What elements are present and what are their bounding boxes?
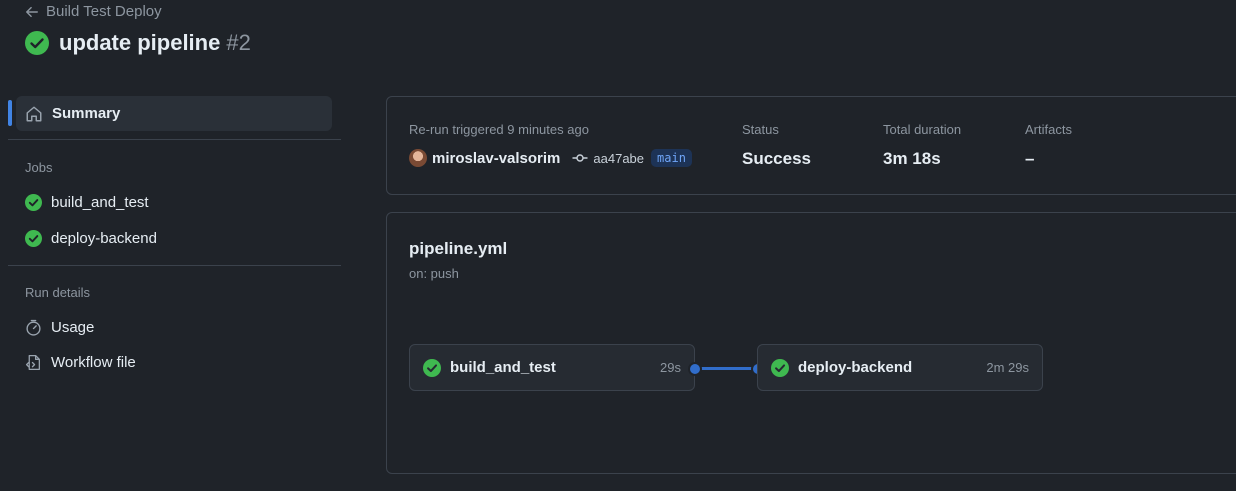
home-icon <box>26 106 42 121</box>
run-summary-card: Re-run triggered 9 minutes ago miroslav-… <box>386 96 1236 195</box>
sidebar-item-build-and-test[interactable]: build_and_test <box>25 194 149 211</box>
sidebar-item-label: Summary <box>52 105 121 122</box>
sidebar-item-summary[interactable]: Summary <box>8 96 332 131</box>
success-check-icon <box>423 358 441 377</box>
branch-badge[interactable]: main <box>651 149 692 167</box>
back-link-label[interactable]: Build Test Deploy <box>46 3 162 20</box>
job-node-duration: 2m 29s <box>986 360 1029 375</box>
status-label: Status <box>742 122 779 137</box>
duration-value: 3m 18s <box>883 149 941 168</box>
success-check-icon <box>771 358 789 377</box>
trigger-text: Re-run triggered 9 minutes ago <box>409 122 589 137</box>
divider <box>8 139 341 140</box>
sidebar-item-workflow-file[interactable]: Workflow file <box>25 354 136 371</box>
job-node-build-and-test[interactable]: build_and_test 29s <box>409 344 695 391</box>
sidebar-item-deploy-backend[interactable]: deploy-backend <box>25 230 157 247</box>
sidebar-item-label: Usage <box>51 319 95 336</box>
artifacts-value: – <box>1025 149 1035 168</box>
stopwatch-icon <box>26 319 41 336</box>
trigger-meta: miroslav-valsorim aa47abe main <box>409 149 692 167</box>
back-link[interactable]: Build Test Deploy <box>25 3 162 20</box>
job-node-deploy-backend[interactable]: deploy-backend 2m 29s <box>757 344 1043 391</box>
jobs-heading: Jobs <box>25 160 53 175</box>
arrow-left-icon <box>26 6 38 17</box>
commit-icon <box>572 154 588 162</box>
sidebar-item-usage[interactable]: Usage <box>25 319 94 336</box>
connector-dot <box>688 362 702 376</box>
active-indicator <box>8 100 12 126</box>
workflow-graph-card: pipeline.yml on: push build_and_test 29s… <box>386 212 1236 474</box>
sidebar-item-label: Workflow file <box>51 354 136 371</box>
run-number: #2 <box>226 30 251 55</box>
duration-label: Total duration <box>883 122 962 137</box>
actor-link[interactable]: miroslav-valsorim <box>432 150 560 167</box>
page-title: update pipeline #2 <box>25 30 251 56</box>
sidebar-item-label: deploy-backend <box>51 230 157 247</box>
run-details-heading: Run details <box>25 285 91 300</box>
workflow-file-name: pipeline.yml <box>409 239 508 258</box>
job-node-duration: 29s <box>660 360 681 375</box>
avatar <box>409 149 427 167</box>
job-connector <box>697 367 759 370</box>
success-check-icon <box>25 194 42 211</box>
workflow-trigger: on: push <box>409 266 459 281</box>
divider <box>8 265 341 266</box>
job-node-name: deploy-backend <box>798 359 913 376</box>
sidebar-item-label: build_and_test <box>51 194 149 211</box>
run-title: update pipeline <box>59 30 221 55</box>
success-check-icon <box>25 230 42 247</box>
success-check-icon <box>25 31 49 55</box>
status-value: Success <box>742 149 811 168</box>
artifacts-label: Artifacts <box>1025 122 1072 137</box>
commit-sha[interactable]: aa47abe <box>593 151 644 166</box>
job-node-name: build_and_test <box>450 359 556 376</box>
file-code-icon <box>25 354 40 371</box>
